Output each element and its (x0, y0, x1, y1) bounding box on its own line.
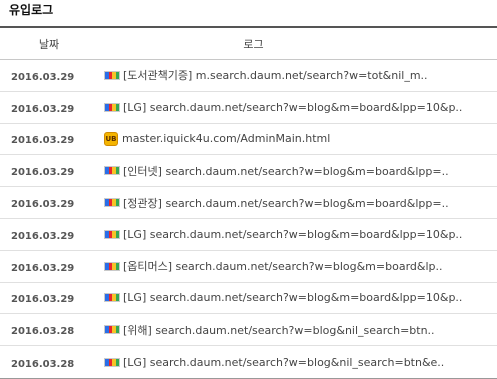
log-referrer-link[interactable]: [LG] search.daum.net/search?w=blog&m=boa… (123, 228, 462, 241)
inflow-log-table: 날짜 로그 2016.03.29 [도서관책기증] m.search.daum.n… (0, 26, 497, 379)
daum-favicon-icon (104, 166, 120, 176)
daum-favicon-icon (104, 357, 120, 367)
daum-favicon-icon (104, 261, 120, 271)
table-row: 2016.03.28 [위해] search.daum.net/search?w=… (0, 314, 497, 347)
log-date: 2016.03.29 (11, 294, 75, 306)
log-referrer-link[interactable]: [LG] search.daum.net/search?w=blog&m=boa… (123, 101, 462, 114)
log-entry-cell: [도서관책기증] m.search.daum.net/search?w=tot&… (98, 67, 497, 83)
daum-favicon-icon (104, 198, 120, 208)
log-entry-cell: [LG] search.daum.net/search?w=blog&nil_s… (98, 356, 497, 369)
log-referrer-link[interactable]: [LG] search.daum.net/search?w=blog&nil_s… (123, 356, 444, 369)
daum-favicon-icon (104, 102, 120, 112)
log-entry-cell: [정관장] search.daum.net/search?w=blog&m=bo… (98, 195, 497, 211)
log-entry-cell: [LG] search.daum.net/search?w=blog&m=boa… (98, 228, 497, 241)
table-row: 2016.03.29 [인터넷] search.daum.net/search?w… (0, 155, 497, 188)
log-referrer-link[interactable]: [정관장] search.daum.net/search?w=blog&m=bo… (123, 195, 449, 211)
date-column-header: 날짜 (38, 37, 60, 51)
log-date: 2016.03.29 (11, 199, 75, 211)
table-header-row: 날짜 로그 (0, 28, 497, 60)
log-entry-cell: [옵티머스] search.daum.net/search?w=blog&m=b… (98, 258, 497, 274)
iquick-favicon-icon: UB (104, 131, 118, 146)
table-row: 2016.03.28 [LG] search.daum.net/search?w=… (0, 346, 497, 378)
table-row: 2016.03.29 [LG] search.daum.net/search?w=… (0, 219, 497, 251)
table-row: 2016.03.29 UB master.iquick4u.com/AdminMai… (0, 124, 497, 156)
log-referrer-link[interactable]: [옵티머스] search.daum.net/search?w=blog&m=b… (123, 258, 443, 274)
log-date: 2016.03.28 (11, 358, 75, 370)
log-entry-cell: [LG] search.daum.net/search?w=blog&m=boa… (98, 291, 497, 304)
table-row: 2016.03.29 [옵티머스] search.daum.net/search?… (0, 251, 497, 283)
log-date: 2016.03.29 (11, 103, 75, 115)
log-referrer-link[interactable]: [위해] search.daum.net/search?w=blog&nil_s… (123, 322, 435, 338)
log-column-header: 로그 (243, 37, 264, 51)
daum-favicon-icon (104, 293, 120, 303)
table-row: 2016.03.29 [도서관책기증] m.search.daum.net/sea… (0, 60, 497, 92)
log-date: 2016.03.29 (11, 135, 75, 147)
log-date: 2016.03.28 (11, 326, 75, 338)
log-entry-cell: [인터넷] search.daum.net/search?w=blog&m=bo… (98, 163, 497, 179)
table-row: 2016.03.29 [LG] search.daum.net/search?w=… (0, 283, 497, 315)
log-entry-cell: [위해] search.daum.net/search?w=blog&nil_s… (98, 322, 497, 338)
log-date: 2016.03.29 (11, 230, 75, 242)
log-date: 2016.03.29 (11, 262, 75, 274)
log-entry-cell: UB master.iquick4u.com/AdminMain.html (98, 131, 497, 146)
log-referrer-link[interactable]: [인터넷] search.daum.net/search?w=blog&m=bo… (123, 163, 449, 179)
log-referrer-link[interactable]: [LG] search.daum.net/search?w=blog&m=boa… (123, 291, 462, 304)
log-entry-cell: [LG] search.daum.net/search?w=blog&m=boa… (98, 101, 497, 114)
log-date: 2016.03.29 (11, 167, 75, 179)
daum-favicon-icon (104, 325, 120, 335)
table-row: 2016.03.29 [정관장] search.daum.net/search?w… (0, 187, 497, 219)
daum-favicon-icon (104, 229, 120, 239)
log-referrer-link[interactable]: master.iquick4u.com/AdminMain.html (122, 132, 330, 145)
daum-favicon-icon (104, 70, 120, 80)
table-body: 2016.03.29 [도서관책기증] m.search.daum.net/sea… (0, 60, 497, 378)
log-date: 2016.03.29 (11, 71, 75, 83)
log-referrer-link[interactable]: [도서관책기증] m.search.daum.net/search?w=tot&… (123, 67, 428, 83)
section-title: 유입로그 (9, 3, 54, 17)
table-row: 2016.03.29 [LG] search.daum.net/search?w=… (0, 92, 497, 124)
